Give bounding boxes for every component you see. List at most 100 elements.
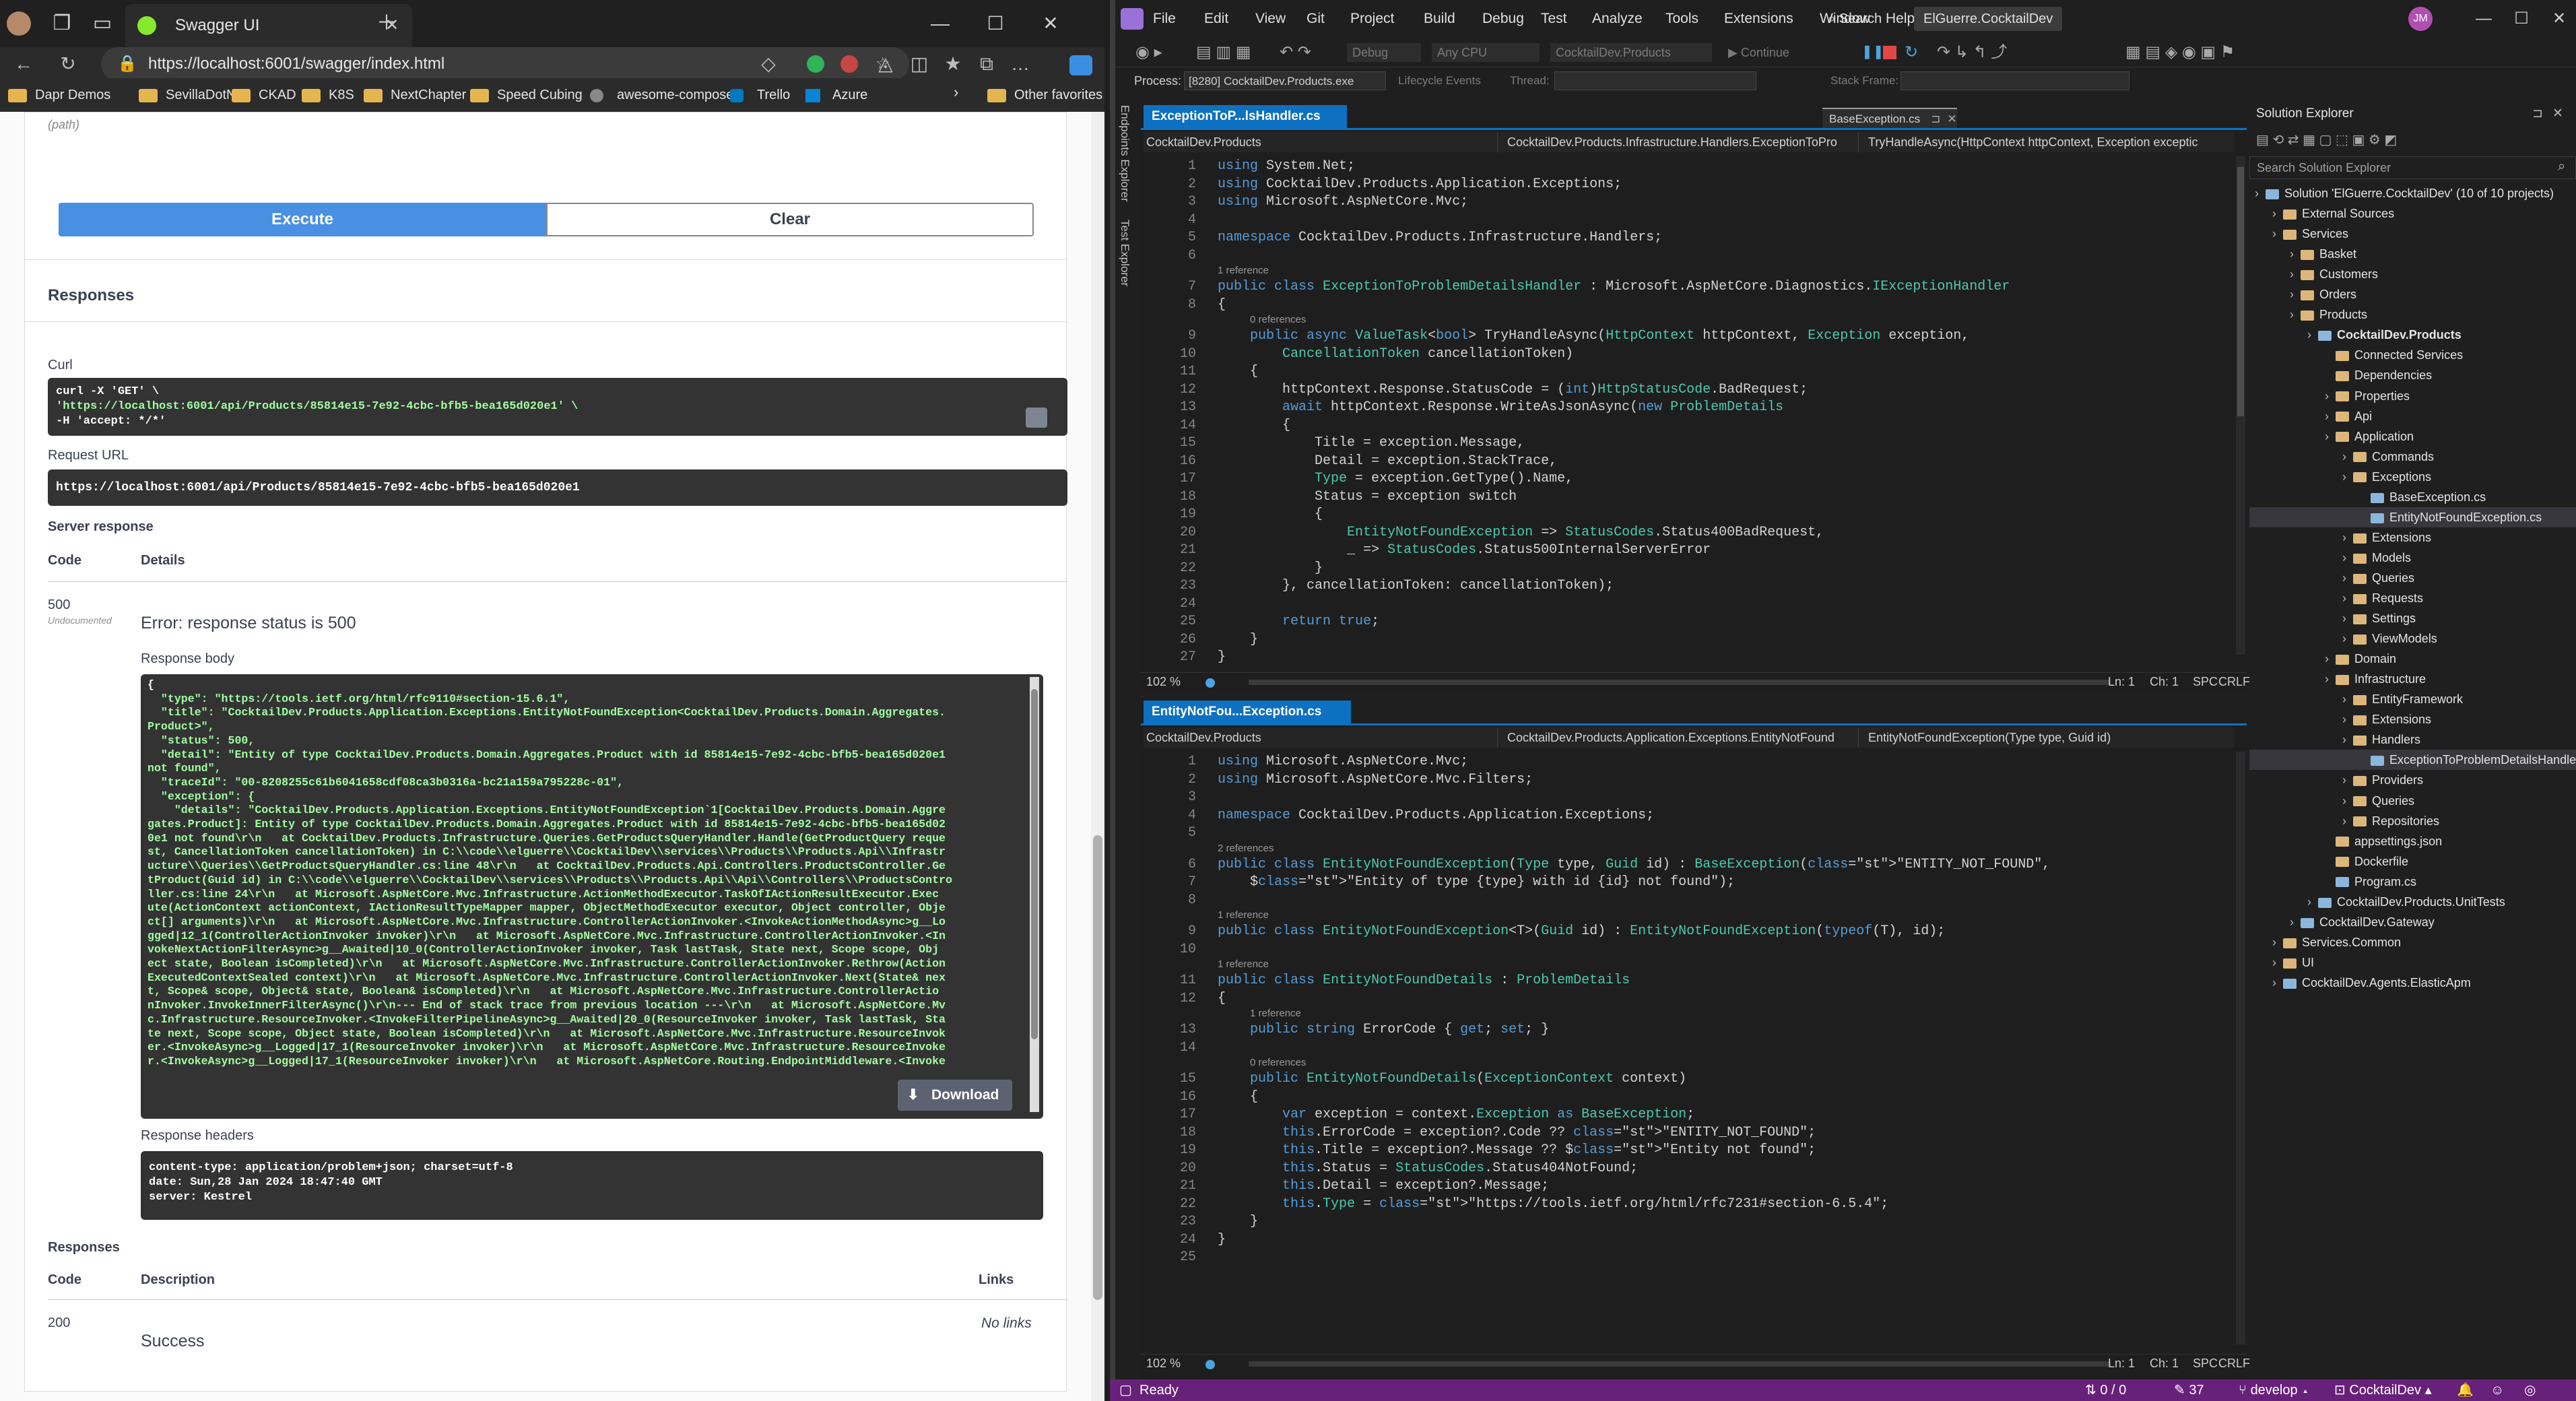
solution-tree-item[interactable]: › Domain — [2249, 649, 2576, 669]
test-explorer-tab[interactable]: Test Explorer — [1118, 220, 1131, 286]
solution-tree-item[interactable]: Program.cs — [2249, 872, 2576, 892]
fav-other-favorites[interactable]: Other favorites — [987, 84, 1102, 106]
fav-ckad[interactable]: CKAD — [232, 84, 296, 106]
horizontal-scrollbar[interactable] — [1249, 1361, 2111, 1367]
sol-toolbar-icons[interactable]: ▤ ⟲ ⇄ ▦ ▢ ⬚ ▣ ⚙ ◩ — [2256, 127, 2397, 154]
chevron-right-icon[interactable]: › — [2272, 224, 2283, 244]
chevron-right-icon[interactable]: › — [2342, 467, 2353, 487]
feedback-icon[interactable]: ☺ — [2490, 1379, 2504, 1401]
workspaces-icon[interactable]: ❐ — [43, 0, 81, 47]
response-body-block[interactable]: { "type": "https://tools.ietf.org/html/r… — [141, 674, 1043, 1119]
solution-tree-item[interactable]: › Services.Common — [2249, 932, 2576, 952]
close-tab-icon[interactable]: ✕ — [1947, 112, 1956, 125]
new-tab-icon[interactable]: ＋ — [368, 0, 405, 47]
menu-analyze[interactable]: Analyze — [1592, 0, 1643, 38]
chevron-right-icon[interactable]: › — [2307, 325, 2318, 345]
menu-build[interactable]: Build — [1424, 0, 1455, 38]
solution-tree-item[interactable]: › CocktailDev.Products — [2249, 325, 2576, 345]
chevron-right-icon[interactable]: › — [2342, 709, 2353, 729]
solution-tree-item[interactable]: ExceptionToProblemDetailsHandle — [2249, 750, 2576, 771]
close-window-icon[interactable]: ✕ — [1024, 0, 1078, 47]
favorites-icon[interactable]: ★ — [936, 47, 970, 81]
search-icon[interactable]: ⌕ — [2558, 159, 2565, 174]
chevron-right-icon[interactable]: › — [2342, 608, 2353, 628]
solution-tree-item[interactable]: › ViewModels — [2249, 628, 2576, 649]
download-button[interactable]: ⬇ Download — [898, 1080, 1012, 1111]
chevron-right-icon[interactable]: › — [2290, 244, 2301, 264]
solution-tree-item[interactable]: EntityNotFoundException.cs — [2249, 507, 2576, 527]
solution-tree-item[interactable]: › Queries — [2249, 568, 2576, 588]
solution-tree-item[interactable]: › Services — [2249, 224, 2576, 244]
execute-button[interactable]: Execute — [59, 203, 546, 236]
tab-base-exception[interactable]: BaseException.cs ⊐ ✕ — [1822, 108, 1957, 128]
menu-file[interactable]: File — [1153, 0, 1176, 38]
vs-close-icon[interactable]: ✕ — [2532, 0, 2576, 42]
stop-icon[interactable] — [1883, 46, 1896, 59]
stack-frame-dropdown[interactable] — [1901, 71, 2129, 90]
pocket-icon[interactable]: ◇ — [752, 47, 785, 81]
solution-tree-item[interactable]: › Properties — [2249, 386, 2576, 406]
codelens-references[interactable]: 0 references — [1250, 1057, 1306, 1068]
chevron-right-icon[interactable]: › — [2255, 183, 2266, 203]
process-dropdown[interactable]: [8280] CocktailDev.Products.exe — [1184, 71, 1386, 90]
fav-nextchapter[interactable]: NextChapter — [364, 84, 466, 106]
config-dropdown[interactable]: Debug — [1347, 43, 1421, 62]
chevron-right-icon[interactable]: › — [2342, 811, 2353, 831]
thread-dropdown[interactable] — [1554, 71, 1756, 90]
pin-icon[interactable]: ⊐ — [2532, 102, 2543, 125]
zoom-level[interactable]: 102 % — [1146, 673, 1181, 690]
chevron-right-icon[interactable]: › — [2290, 304, 2301, 325]
extension-green-icon[interactable] — [807, 55, 824, 73]
fav-trello[interactable]: Trello — [730, 84, 790, 106]
chevron-right-icon[interactable]: › — [2290, 264, 2301, 284]
solution-search-input[interactable]: Search Solution Explorer — [2249, 156, 2576, 179]
fav-speed-cubing[interactable]: Speed Cubing — [470, 84, 583, 106]
type-dropdown[interactable]: CocktailDev.Products.Application.Excepti… — [1507, 727, 1859, 748]
chevron-right-icon[interactable]: › — [2290, 284, 2301, 304]
restart-icon[interactable]: ↻ — [1905, 39, 1918, 66]
tab-actions-icon[interactable]: ▭ — [84, 0, 121, 47]
member-dropdown[interactable]: EntityNotFoundException(Type type, Guid … — [1868, 727, 2228, 748]
solution-tree-item[interactable]: Dockerfile — [2249, 851, 2576, 872]
solution-tree-item[interactable]: BaseException.cs — [2249, 487, 2576, 507]
zoom-level[interactable]: 102 % — [1146, 1355, 1181, 1372]
type-dropdown[interactable]: CocktailDev.Products.Infrastructure.Hand… — [1507, 132, 1859, 152]
chevron-right-icon[interactable]: › — [2325, 406, 2336, 426]
notifications-icon[interactable]: 🔔 — [2457, 1379, 2474, 1401]
menu-extensions[interactable]: Extensions — [1724, 0, 1793, 38]
branch-selector[interactable]: ⑂ develop ▴ — [2239, 1379, 2309, 1401]
step-icons[interactable]: ↷ ↳ ↰ ⤴ — [1937, 39, 2007, 66]
spacing-indicator[interactable]: SPC — [2193, 673, 2218, 690]
curl-block[interactable]: curl -X 'GET' \ 'https://localhost:6001/… — [48, 378, 1067, 436]
solution-tree-item[interactable]: › External Sources — [2249, 203, 2576, 224]
solution-tree-item[interactable]: › Handlers — [2249, 729, 2576, 750]
solution-tree-item[interactable]: › CocktailDev.Products.UnitTests — [2249, 892, 2576, 912]
solution-tree-item[interactable]: › Basket — [2249, 244, 2576, 264]
solution-tree-item[interactable]: › EntityFramework — [2249, 689, 2576, 709]
editor-scrollbar[interactable] — [2236, 752, 2245, 1344]
back-icon[interactable]: ← — [7, 47, 40, 81]
fav-k8s[interactable]: K8S — [302, 84, 354, 106]
member-dropdown[interactable]: TryHandleAsync(HttpContext httpContext, … — [1868, 132, 2228, 152]
solution-tree-item[interactable]: Connected Services — [2249, 345, 2576, 365]
tab-entity-not-found[interactable]: EntityNotFou...Exception.cs — [1144, 700, 1351, 723]
codelens-references[interactable]: 1 reference — [1218, 958, 1269, 970]
copilot-status-icon[interactable]: ◎ — [2524, 1379, 2536, 1401]
changes-indicator[interactable]: ✎ 37 — [2174, 1379, 2204, 1401]
eol-indicator[interactable]: CRLF — [2218, 1355, 2250, 1372]
codelens-references[interactable]: 0 references — [1250, 314, 1306, 325]
solution-tree-item[interactable]: › Repositories — [2249, 811, 2576, 831]
solution-tree-item[interactable]: › Exceptions — [2249, 467, 2576, 487]
chevron-right-icon[interactable]: › — [954, 84, 958, 101]
solution-tree-item[interactable]: Dependencies — [2249, 365, 2576, 385]
avatar[interactable]: JM — [2408, 7, 2433, 31]
startup-project-dropdown[interactable]: CocktailDev.Products — [1550, 43, 1712, 62]
editor-scroll-thumb[interactable] — [2237, 167, 2244, 416]
solution-tree-item[interactable]: › Providers — [2249, 770, 2576, 790]
menu-debug[interactable]: Debug — [1482, 0, 1524, 38]
endpoints-explorer-tab[interactable]: Endpoints Explorer — [1118, 105, 1131, 202]
menu-help[interactable]: Help — [1886, 0, 1915, 38]
solution-tree-item[interactable]: › Application — [2249, 426, 2576, 447]
request-url-block[interactable]: https://localhost:6001/api/Products/8581… — [48, 469, 1067, 506]
fav-awesome-compose[interactable]: awesome-compose — [590, 84, 733, 106]
